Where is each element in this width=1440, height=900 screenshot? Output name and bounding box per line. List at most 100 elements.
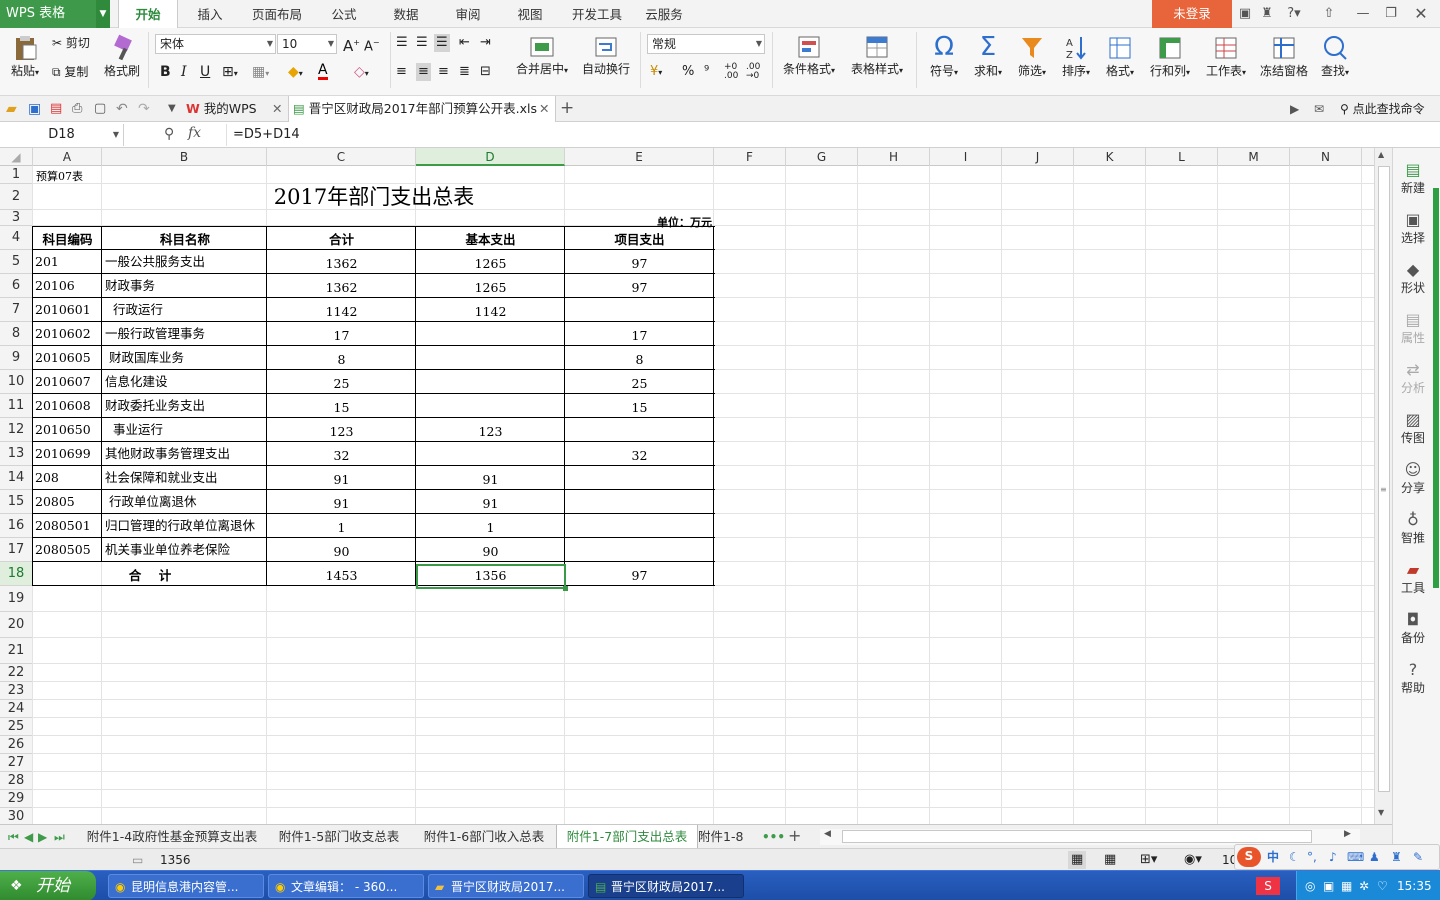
wrap-text-button[interactable]: 自动换行 (580, 34, 632, 77)
table-cell[interactable] (566, 466, 713, 490)
table-cell[interactable]: 2010607 (35, 370, 102, 394)
row-header[interactable]: 7 (0, 298, 33, 322)
row-header[interactable]: 16 (0, 514, 33, 538)
menu-tab-formula[interactable]: 公式 (320, 0, 368, 28)
italic-icon[interactable]: I (181, 63, 187, 81)
table-cell[interactable]: 财政国库业务 (105, 346, 267, 370)
doc-arrow-icon[interactable]: ▶ (1290, 100, 1299, 118)
table-header-cell[interactable]: 项目支出 (566, 226, 713, 250)
row-header[interactable]: 13 (0, 442, 33, 466)
cell-fill-icon[interactable]: ▦▾ (252, 63, 269, 83)
prev-sheet-icon[interactable]: ◀ (24, 828, 33, 846)
table-cell[interactable]: 财政事务 (105, 274, 267, 298)
chevron-down-icon[interactable]: ▼ (96, 0, 110, 28)
table-cell[interactable]: 2010650 (35, 418, 102, 442)
table-cell[interactable]: 1 (268, 514, 415, 538)
row-header[interactable]: 21 (0, 638, 33, 664)
table-cell[interactable]: 97 (566, 250, 713, 274)
table-cell[interactable]: 1142 (268, 298, 415, 322)
table-cell[interactable]: 2080501 (35, 514, 102, 538)
merge-center-button[interactable]: 合并居中▾ (512, 34, 572, 77)
table-cell[interactable]: 2010605 (35, 346, 102, 370)
cut-button[interactable]: ✂ 剪切 (52, 34, 90, 52)
punct-icon[interactable]: °, (1307, 848, 1317, 866)
font-color-icon[interactable]: A (318, 63, 328, 80)
maximize-icon[interactable]: ❐ (1380, 0, 1402, 28)
table-header-cell[interactable]: 基本支出 (417, 226, 564, 250)
percent-icon[interactable]: % (682, 63, 694, 81)
spreadsheet-grid[interactable]: ◢ A B C D E F G H I J K L M N 1234567891… (0, 148, 1374, 824)
row-header[interactable]: 26 (0, 736, 33, 754)
doc-tab-active-file[interactable]: ▤ 晋宁区财政局2017年部门预算公开表.xls ✕ (288, 96, 556, 122)
more-sheets-icon[interactable]: ••• (762, 828, 785, 846)
row-header[interactable]: 20 (0, 612, 33, 638)
print-icon[interactable]: ⎙ (72, 100, 82, 118)
menu-tab-data[interactable]: 数据 (382, 0, 430, 28)
mic-icon[interactable]: ♪ (1329, 848, 1337, 866)
select-all-corner[interactable]: ◢ (0, 148, 33, 166)
table-cell[interactable]: 行政运行 (105, 298, 267, 322)
table-cell[interactable]: 91 (268, 466, 415, 490)
taskbar-item-browser-2[interactable]: ◉ 文章编辑： - 360... (268, 874, 424, 898)
scroll-right-icon[interactable]: ▶ (1344, 829, 1351, 839)
tray-app-icon[interactable]: ✲ (1359, 877, 1369, 895)
table-cell[interactable]: 1362 (268, 250, 415, 274)
scroll-thumb[interactable]: ≡ (1378, 166, 1390, 792)
symbol-button[interactable]: Ω 符号▾ (924, 32, 964, 79)
new-tab-plus-icon[interactable]: + (560, 99, 574, 117)
next-sheet-icon[interactable]: ▶ (38, 828, 47, 846)
table-cell[interactable] (417, 322, 564, 346)
ime-sogou-icon[interactable]: S (1256, 877, 1280, 895)
increase-font-icon[interactable]: A+ (343, 34, 360, 55)
format-painter-button[interactable]: 格式刷 (102, 34, 142, 79)
table-cell[interactable]: 归口管理的行政单位离退休 (105, 514, 267, 538)
login-button[interactable]: 未登录 (1152, 0, 1232, 28)
col-header-h[interactable]: H (858, 148, 930, 166)
table-cell[interactable] (566, 298, 713, 322)
row-header[interactable]: 22 (0, 664, 33, 682)
row-header[interactable]: 19 (0, 586, 33, 612)
table-cell[interactable] (417, 442, 564, 466)
sheet-tab[interactable]: 附件1-6部门收入总表 (414, 825, 554, 849)
col-header-i[interactable]: I (930, 148, 1002, 166)
help-menu-icon[interactable]: ?▾ (1280, 0, 1308, 28)
panel-new[interactable]: ▤ 新建 (1393, 160, 1433, 196)
row-header[interactable]: 10 (0, 370, 33, 394)
conditional-format-button[interactable]: 条件格式▾ (778, 34, 840, 77)
clear-format-icon[interactable]: ◇▾ (354, 63, 369, 83)
col-header-f[interactable]: F (714, 148, 786, 166)
table-cell[interactable]: 2010601 (35, 298, 102, 322)
command-search[interactable]: ⚲ 点此查找命令 (1340, 100, 1425, 118)
table-cell[interactable]: 17 (268, 322, 415, 346)
open-folder-icon[interactable]: ▰ (6, 100, 17, 118)
col-header-m[interactable]: M (1218, 148, 1290, 166)
add-sheet-icon[interactable]: + (788, 827, 801, 845)
restore-up-icon[interactable]: ⇧ (1318, 0, 1340, 28)
table-cell[interactable]: 社会保障和就业支出 (105, 466, 267, 490)
panel-help[interactable]: ? 帮助 (1393, 660, 1433, 696)
keyboard-icon[interactable]: ⌨ (1347, 848, 1364, 866)
row-header[interactable]: 30 (0, 808, 33, 824)
active-cell-selection[interactable] (416, 564, 566, 589)
insert-function-icon[interactable]: fx (188, 124, 201, 142)
col-header-l[interactable]: L (1146, 148, 1218, 166)
row-header[interactable]: 9 (0, 346, 33, 370)
decrease-font-icon[interactable]: A− (364, 34, 380, 56)
align-left-icon[interactable]: ≡ (396, 63, 407, 81)
col-header-a[interactable]: A (33, 148, 102, 166)
close-tab-icon[interactable]: ✕ (272, 96, 282, 122)
find-button[interactable]: 查找▾ (1314, 32, 1356, 79)
table-cell[interactable] (566, 418, 713, 442)
row-header[interactable]: 6 (0, 274, 33, 298)
menu-tab-view[interactable]: 视图 (506, 0, 554, 28)
filter-button[interactable]: 筛选▾ (1012, 32, 1052, 79)
close-tab-icon[interactable]: ✕ (539, 96, 549, 122)
table-cell[interactable]: 91 (417, 466, 564, 490)
increase-decimal-icon[interactable]: +0.00 (724, 63, 738, 81)
customize-toolbar-icon[interactable]: ▼ (168, 100, 176, 118)
taskbar-item-browser-1[interactable]: ◉ 昆明信息港内容管... (108, 874, 264, 898)
row-header[interactable]: 12 (0, 418, 33, 442)
table-cell[interactable]: 208 (35, 466, 102, 490)
menu-tab-cloud[interactable]: 云服务 (640, 0, 688, 28)
print-preview-icon[interactable]: ▢ (94, 100, 106, 118)
